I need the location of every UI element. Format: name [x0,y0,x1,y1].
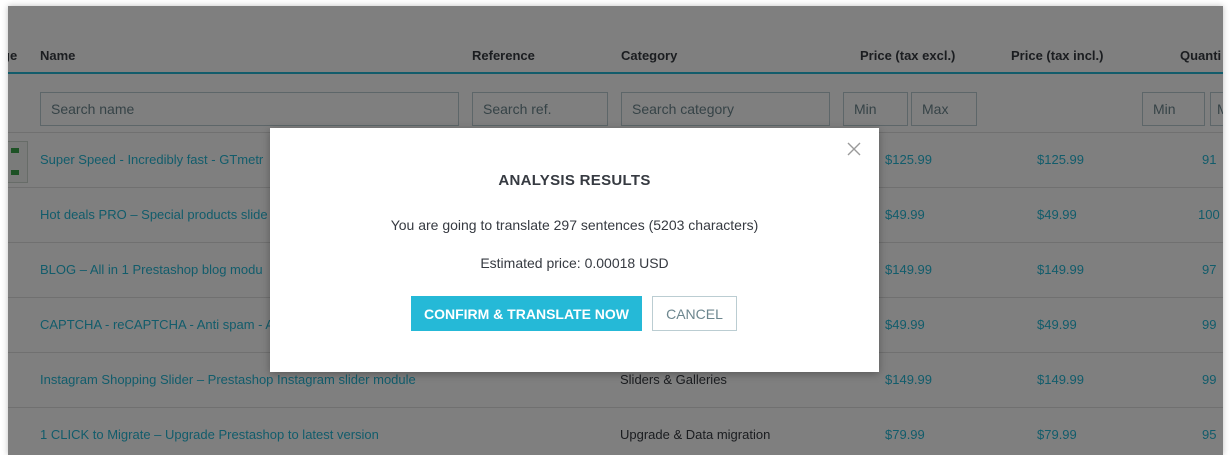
confirm-translate-button[interactable]: CONFIRM & TRANSLATE NOW [411,296,642,331]
estimated-price: Estimated price: 0.00018 USD [480,255,669,271]
cancel-button[interactable]: CANCEL [652,296,737,331]
analysis-results-dialog: ANALYSIS RESULTS You are going to transl… [270,128,879,372]
dialog-title: ANALYSIS RESULTS [498,172,651,189]
dialog-message: You are going to translate 297 sentences… [390,217,759,233]
close-icon[interactable] [845,140,865,160]
admin-frame: ge Name Reference Category Price (tax ex… [8,6,1223,455]
